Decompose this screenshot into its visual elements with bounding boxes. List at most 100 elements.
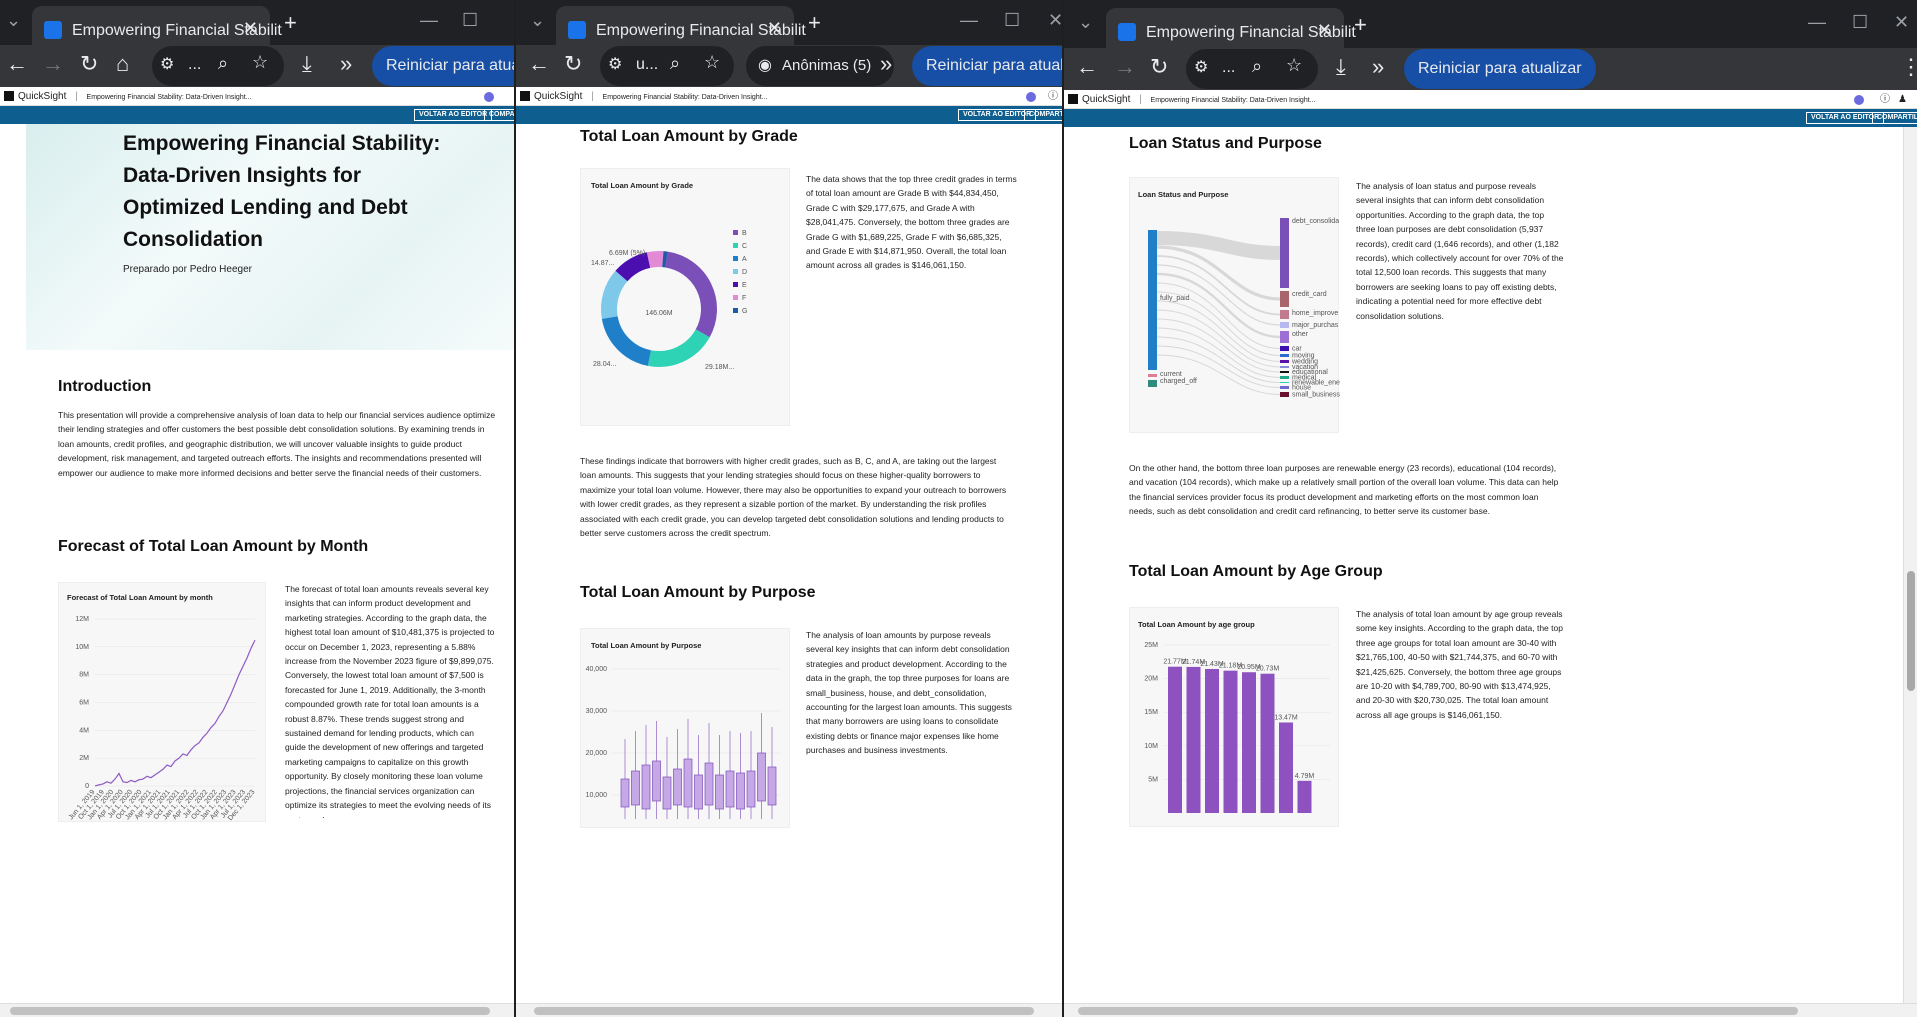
horizontal-scrollbar[interactable] — [516, 1003, 1062, 1017]
legend-label-E: E — [742, 282, 747, 289]
download-icon[interactable]: ⤓ — [1336, 54, 1346, 80]
quicksight-app-name: QuickSight — [1082, 94, 1131, 105]
donut-slice-B — [664, 251, 717, 338]
box-iqr — [746, 770, 756, 808]
minimize-icon[interactable]: — — [1808, 12, 1826, 33]
quicksight-logo-icon — [520, 91, 530, 102]
address-bar[interactable]: ⚙ ... ⌕ ☆ — [152, 46, 284, 86]
back-icon[interactable]: ← — [1076, 54, 1098, 80]
status-text: The analysis of loan status and purpose … — [1356, 181, 1564, 321]
reload-icon[interactable]: ↻ — [564, 51, 582, 77]
extensions-chevron-icon[interactable]: » — [1372, 54, 1384, 80]
bookmark-star-icon[interactable]: ☆ — [704, 52, 720, 73]
tab-search-icon[interactable]: ⌄ — [6, 10, 21, 31]
close-tab-icon[interactable]: ✕ — [767, 18, 782, 39]
tab-active[interactable]: Empowering Financial Stability: ✕ — [556, 6, 806, 45]
donut-slice-D — [601, 270, 628, 319]
grade-findings: These findings indicate that borrowers w… — [580, 456, 1007, 539]
help-icon[interactable]: ⓘ — [1048, 87, 1058, 106]
address-bar[interactable]: ⚙ u... ⌕ ☆ — [600, 46, 734, 86]
new-tab-icon[interactable]: + — [808, 10, 821, 36]
scrollbar-thumb[interactable] — [1907, 571, 1915, 691]
sankey-label-car: car — [1292, 346, 1302, 353]
y-tick-label: 10M — [75, 644, 89, 651]
browser-window-2: ⌄ Empowering Financial Stability: ✕ + — … — [516, 0, 1062, 1017]
url-text: ... — [188, 56, 202, 73]
grade-chart-card: Total Loan Amount by Grade 146.06M B C A D E F… — [580, 168, 790, 426]
hero-title: Empowering Financial Stability: Data-Dri… — [123, 132, 441, 251]
quicksight-logo-icon — [4, 91, 14, 102]
quicksight-action-bar: VOLTAR AO EDITOR COMPARTILH — [516, 106, 1062, 124]
site-info-icon[interactable]: ⚙ — [160, 54, 174, 74]
extensions-chevron-icon[interactable]: » — [340, 51, 352, 77]
scrollbar-thumb[interactable] — [1078, 1007, 1798, 1015]
y-tick-label: 10M — [1144, 743, 1158, 750]
extension-icon[interactable] — [1854, 95, 1864, 105]
browser-window-3: ⌄ Empowering Financial Stability: ✕ + — … — [1064, 0, 1917, 1017]
intro-heading: Introduction — [58, 378, 152, 395]
close-window-icon[interactable]: ✕ — [1894, 12, 1909, 33]
bar-50-60 — [1223, 670, 1238, 813]
maximize-icon[interactable]: ☐ — [1852, 12, 1868, 33]
scrollbar-thumb[interactable] — [534, 1007, 1034, 1015]
zoom-icon[interactable]: ⌕ — [1252, 56, 1262, 77]
browser-window-1: ⌄ Empowering Financial Stability: ✕ + — … — [0, 0, 514, 1017]
user-icon[interactable]: ♟ — [1898, 90, 1907, 109]
restart-update-button[interactable]: Reiniciar para atualizar — [372, 46, 514, 86]
horizontal-scrollbar[interactable] — [0, 1003, 514, 1017]
maximize-icon[interactable]: ☐ — [1004, 10, 1020, 31]
zoom-icon[interactable]: ⌕ — [670, 53, 680, 74]
legend-label-C: C — [742, 243, 747, 250]
purpose-chart-card: Total Loan Amount by Purpose 40,000 30,00… — [580, 628, 790, 828]
forward-icon[interactable]: → — [42, 51, 64, 77]
minimize-icon[interactable]: — — [420, 10, 438, 31]
sankey-node-vacation — [1280, 366, 1289, 368]
share-button[interactable]: COMPARTILH — [1024, 109, 1062, 121]
restart-update-button[interactable]: Reiniciar para atualizar — [1404, 49, 1596, 89]
close-window-icon[interactable]: ✕ — [1048, 10, 1062, 31]
back-icon[interactable]: ← — [528, 51, 550, 77]
extension-icon[interactable] — [484, 92, 494, 102]
zoom-icon[interactable]: ⌕ — [218, 53, 228, 74]
share-button[interactable]: COMPARTI — [484, 109, 514, 121]
help-icon[interactable]: ⓘ — [1880, 90, 1890, 109]
bookmark-star-icon[interactable]: ☆ — [252, 52, 268, 73]
menu-icon[interactable]: ⋮ — [1900, 54, 1917, 80]
bookmark-star-icon[interactable]: ☆ — [1286, 55, 1302, 76]
new-tab-icon[interactable]: + — [1354, 12, 1367, 38]
back-icon[interactable]: ← — [6, 51, 28, 77]
horizontal-scrollbar[interactable] — [1064, 1003, 1917, 1017]
sankey-node-other — [1280, 331, 1289, 343]
back-to-editor-button[interactable]: VOLTAR AO EDITOR — [414, 109, 493, 121]
y-tick-label: 0 — [85, 783, 89, 790]
tab-active[interactable]: Empowering Financial Stability: ✕ — [1106, 8, 1356, 48]
incognito-icon: ◉ — [758, 57, 772, 74]
home-icon[interactable]: ⌂ — [116, 51, 129, 77]
address-bar[interactable]: ⚙ ... ⌕ ☆ — [1186, 49, 1318, 89]
forward-icon[interactable]: → — [1114, 54, 1136, 80]
reload-icon[interactable]: ↻ — [1150, 54, 1168, 80]
new-tab-icon[interactable]: + — [284, 10, 297, 36]
maximize-icon[interactable]: ☐ — [462, 10, 478, 31]
reload-icon[interactable]: ↻ — [80, 51, 98, 77]
scrollbar-thumb[interactable] — [10, 1007, 490, 1015]
tab-search-icon[interactable]: ⌄ — [1078, 12, 1093, 33]
site-info-icon[interactable]: ⚙ — [1194, 57, 1208, 77]
minimize-icon[interactable]: — — [960, 10, 978, 31]
box-iqr — [673, 768, 682, 806]
tab-active[interactable]: Empowering Financial Stability: ✕ — [32, 6, 282, 45]
site-info-icon[interactable]: ⚙ — [608, 54, 622, 74]
restart-update-button[interactable]: Reiniciar para atualizar — [912, 46, 1062, 86]
tab-search-icon[interactable]: ⌄ — [530, 10, 545, 31]
incognito-badge[interactable]: ◉ Anônimas (5) — [746, 46, 894, 86]
menu-icon[interactable]: ⋮ — [1054, 51, 1062, 77]
share-button[interactable]: COMPARTILHAR — [1872, 112, 1917, 124]
download-icon[interactable]: ⤓ — [302, 51, 312, 77]
tab-strip: ⌄ Empowering Financial Stability: ✕ + — … — [1064, 0, 1917, 48]
close-tab-icon[interactable]: ✕ — [243, 18, 258, 39]
close-tab-icon[interactable]: ✕ — [1317, 20, 1332, 41]
extension-icon[interactable] — [1026, 92, 1036, 102]
browser-toolbar: ← → ↻ ⚙ ... ⌕ ☆ ⤓ » Reiniciar para atual… — [1064, 48, 1917, 90]
vertical-scrollbar[interactable] — [1903, 127, 1917, 1003]
extensions-chevron-icon[interactable]: » — [880, 51, 892, 77]
